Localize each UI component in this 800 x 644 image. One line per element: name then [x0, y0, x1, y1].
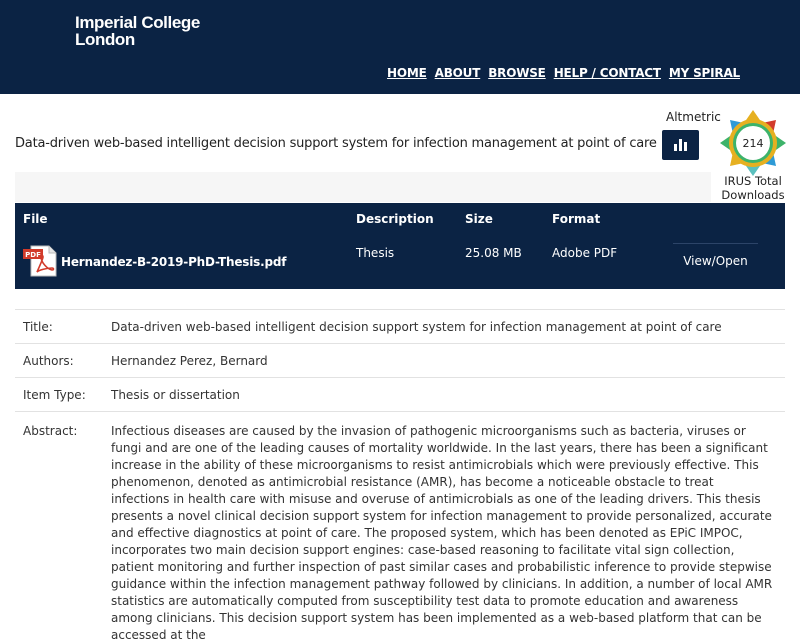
- item-toolbar-strip: [15, 172, 711, 202]
- svg-text:PDF: PDF: [25, 251, 41, 259]
- metadata-value-abstract: Infectious diseases are caused by the in…: [111, 424, 773, 642]
- view-open-button[interactable]: View/Open: [673, 243, 758, 277]
- metadata-row-authors: Authors: Hernandez Perez, Bernard: [15, 343, 785, 377]
- altmetric-label: Altmetric: [666, 110, 721, 124]
- files-header-size: Size: [465, 212, 493, 226]
- irus-label-line-2: Downloads: [721, 188, 785, 202]
- nav-about[interactable]: ABOUT: [435, 66, 481, 80]
- metadata-label: Abstract:: [23, 424, 78, 438]
- nav-home[interactable]: HOME: [387, 66, 427, 80]
- site-header: Imperial College London HOME ABOUT BROWS…: [0, 0, 800, 94]
- file-size: 25.08 MB: [465, 246, 522, 260]
- metadata-label: Title:: [23, 320, 53, 334]
- metadata-value-authors: Hernandez Perez, Bernard: [111, 354, 268, 368]
- imperial-logo[interactable]: Imperial College London: [75, 14, 200, 48]
- metadata-value-item-type: Thesis or dissertation: [111, 388, 240, 402]
- item-title: Data-driven web-based intelligent decisi…: [15, 136, 657, 151]
- files-header-format: Format: [552, 212, 601, 226]
- metadata-label: Item Type:: [23, 388, 86, 402]
- pdf-icon[interactable]: PDF: [23, 245, 57, 277]
- irus-label: IRUS Total Downloads: [712, 174, 794, 202]
- metadata-table: Title: Data-driven web-based intelligent…: [15, 309, 785, 644]
- altmetric-button[interactable]: [662, 130, 699, 160]
- file-format: Adobe PDF: [552, 246, 618, 260]
- metadata-row-title: Title: Data-driven web-based intelligent…: [15, 309, 785, 343]
- irus-label-line-1: IRUS Total: [724, 174, 782, 188]
- metadata-row-item-type: Item Type: Thesis or dissertation: [15, 377, 785, 411]
- metadata-value-title: Data-driven web-based intelligent decisi…: [111, 320, 722, 334]
- irus-count: 214: [743, 137, 764, 150]
- files-header-description: Description: [356, 212, 434, 226]
- nav-my-spiral[interactable]: MY SPIRAL: [669, 66, 740, 80]
- metadata-label: Authors:: [23, 354, 74, 368]
- logo-line-2: London: [75, 30, 135, 49]
- files-table: File Description Size Format PDF Hernand…: [15, 203, 785, 289]
- main-nav: HOME ABOUT BROWSE HELP / CONTACT MY SPIR…: [387, 66, 740, 80]
- irus-downloads-badge[interactable]: 214: [720, 110, 786, 176]
- nav-help-contact[interactable]: HELP / CONTACT: [554, 66, 661, 80]
- files-header-file: File: [23, 212, 48, 226]
- file-description: Thesis: [356, 246, 395, 260]
- nav-browse[interactable]: BROWSE: [488, 66, 546, 80]
- file-name-link[interactable]: Hernandez-B-2019-PhD-Thesis.pdf: [61, 255, 286, 269]
- bar-chart-icon: [674, 139, 687, 151]
- logo-line-1: Imperial College: [75, 13, 200, 32]
- metadata-row-abstract: Abstract: Infectious diseases are caused…: [15, 411, 785, 644]
